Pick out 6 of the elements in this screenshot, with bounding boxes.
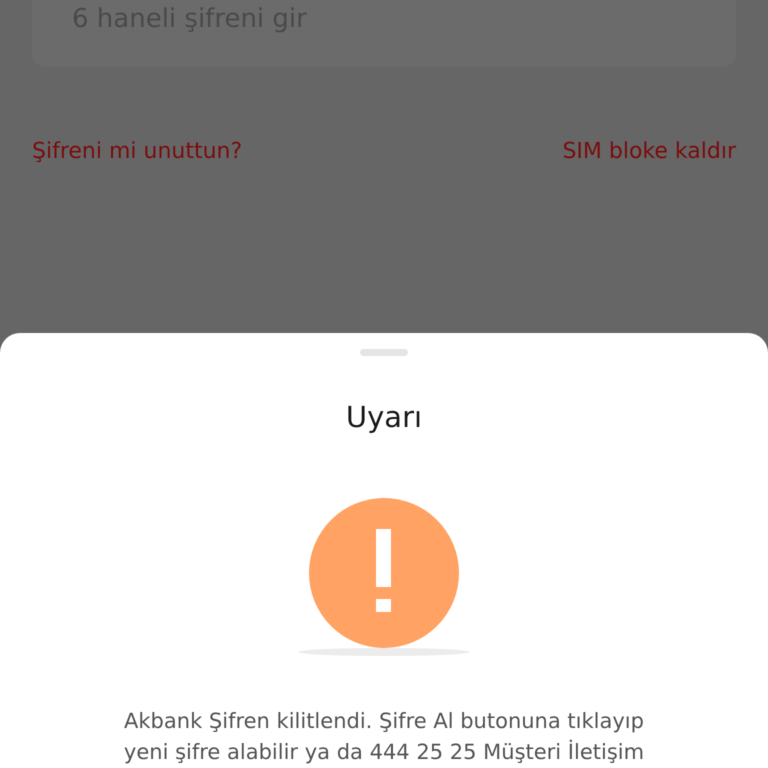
link[interactable]: SIM bloke kaldır — [562, 139, 736, 164]
message-text: Akbank Şifren kilitlendi. Şifre Al butonuna tıklayıp — [124, 708, 644, 735]
drag-handle[interactable] — [360, 349, 408, 356]
link[interactable]: Şifreni mi unuttun? — [32, 139, 242, 164]
sheet-title: Uyarı — [346, 400, 422, 434]
message-text: yeni şifre alabilir ya da 444 25 25 Müşteri İletişim — [124, 738, 644, 766]
